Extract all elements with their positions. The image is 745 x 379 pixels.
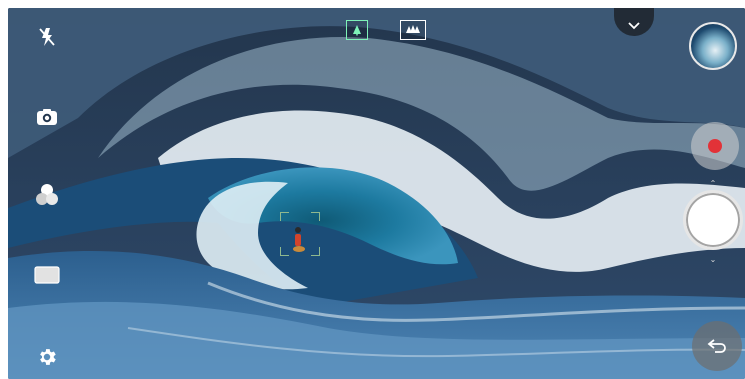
- shutter-control: ⌃ ⌄: [681, 178, 745, 268]
- switch-camera-button[interactable]: [32, 102, 62, 132]
- record-video-button[interactable]: [691, 122, 739, 170]
- back-button[interactable]: [692, 321, 742, 371]
- settings-button[interactable]: [32, 342, 62, 372]
- camera-screen: ⌃ ⌄: [8, 8, 745, 379]
- focus-indicator: [280, 212, 320, 256]
- aspect-ratio-button[interactable]: [32, 260, 62, 290]
- filter-icon: [36, 184, 58, 205]
- chevron-down-icon: ⌄: [709, 255, 717, 264]
- settings-gear-icon: [40, 349, 56, 365]
- viewfinder[interactable]: [8, 8, 745, 379]
- single-focus-mode-toggle[interactable]: [346, 20, 368, 40]
- flash-toggle-button[interactable]: [32, 22, 62, 52]
- focus-corner: [311, 212, 320, 221]
- left-toolbar: [8, 8, 86, 379]
- shutter-button[interactable]: [683, 190, 743, 250]
- multi-tree-icon: [406, 25, 420, 33]
- chevron-down-icon: [628, 22, 640, 30]
- chevron-up-icon: ⌃: [709, 179, 717, 188]
- back-arrow-icon: [707, 339, 726, 353]
- focus-corner: [280, 212, 289, 221]
- multi-focus-mode-toggle[interactable]: [400, 20, 426, 40]
- gallery-thumbnail[interactable]: [689, 22, 737, 70]
- filter-button[interactable]: [32, 180, 62, 210]
- wave-scene: [8, 8, 745, 379]
- single-tree-icon: [353, 25, 361, 36]
- focus-corner: [311, 247, 320, 256]
- switch-camera-icon: [37, 109, 57, 125]
- focus-corner: [280, 247, 289, 256]
- record-icon: [708, 139, 722, 153]
- aspect-ratio-icon: [34, 266, 60, 284]
- flash-off-icon: [39, 28, 55, 46]
